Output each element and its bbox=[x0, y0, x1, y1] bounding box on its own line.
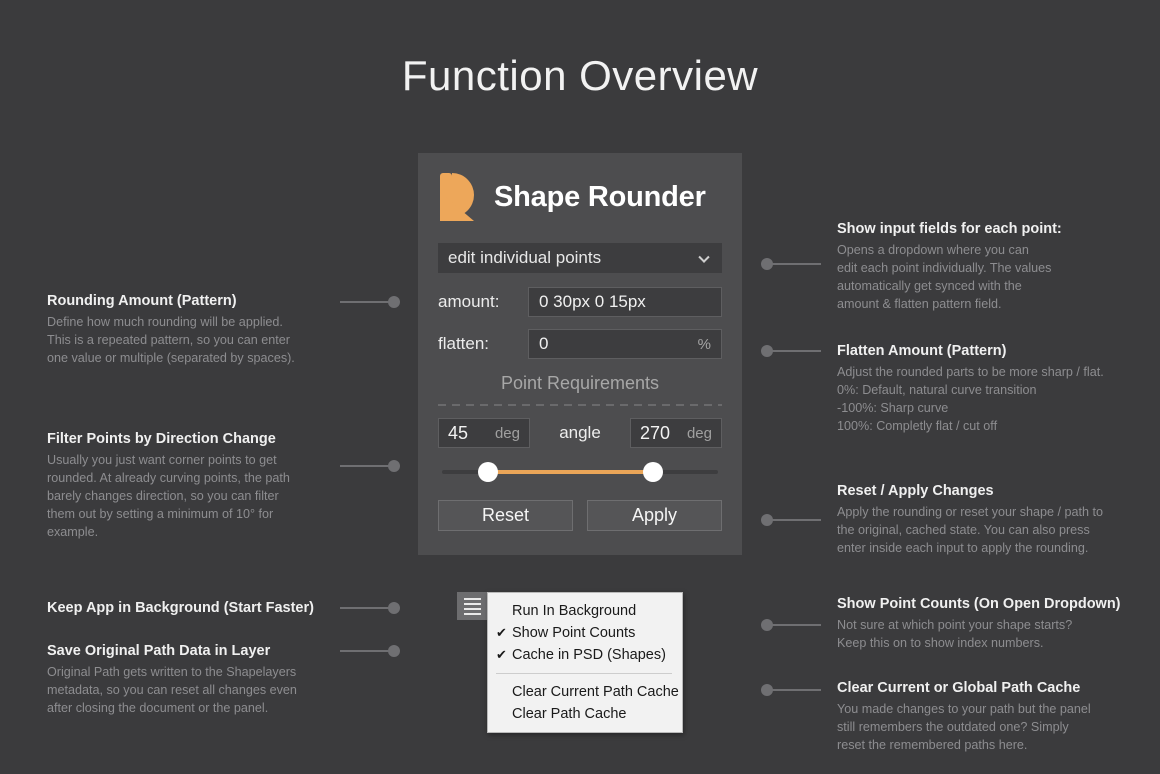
menu-label-cache-in-psd: Cache in PSD (Shapes) bbox=[512, 647, 666, 663]
menu-label-show-point-counts: Show Point Counts bbox=[512, 625, 635, 641]
flatten-input[interactable]: 0 % bbox=[528, 329, 722, 359]
annotation-flatten-amount: Flatten Amount (Pattern) Adjust the roun… bbox=[837, 343, 1157, 436]
annotation-title: Rounding Amount (Pattern) bbox=[47, 293, 367, 309]
dashed-separator bbox=[438, 404, 722, 406]
flatten-label: flatten: bbox=[438, 334, 528, 354]
flatten-unit: % bbox=[698, 336, 711, 353]
hamburger-menu-icon[interactable] bbox=[457, 592, 487, 620]
annotation-show-point-counts: Show Point Counts (On Open Dropdown) Not… bbox=[837, 596, 1157, 653]
menu-item-clear-current-path-cache[interactable]: Clear Current Path Cache bbox=[488, 681, 682, 703]
slider-fill bbox=[486, 470, 652, 474]
menu-check-cache-in-psd: ✔ bbox=[496, 647, 512, 663]
menu-item-run-in-background[interactable]: Run In Background bbox=[488, 600, 682, 622]
context-menu: Run In Background ✔ Show Point Counts ✔ … bbox=[487, 592, 683, 733]
amount-field-row: amount: 0 30px 0 15px bbox=[438, 287, 722, 317]
angle-range-slider[interactable] bbox=[442, 462, 718, 482]
annotation-save-original-path: Save Original Path Data in Layer Origina… bbox=[47, 643, 367, 718]
angle-max-value: 270 bbox=[640, 423, 670, 444]
chevron-down-icon bbox=[698, 252, 709, 263]
annotation-title: Clear Current or Global Path Cache bbox=[837, 680, 1157, 696]
angle-min-input[interactable]: 45 deg bbox=[438, 418, 530, 448]
angle-min-unit: deg bbox=[495, 425, 520, 442]
angle-label: angle bbox=[540, 423, 620, 443]
annotation-reset-apply: Reset / Apply Changes Apply the rounding… bbox=[837, 483, 1157, 558]
point-requirements-title: Point Requirements bbox=[438, 373, 722, 394]
slider-knob-min[interactable] bbox=[478, 462, 498, 482]
flatten-field-row: flatten: 0 % bbox=[438, 329, 722, 359]
menu-check-show-point-counts: ✔ bbox=[496, 625, 512, 641]
menu-label-clear-current-path-cache: Clear Current Path Cache bbox=[512, 684, 679, 700]
shape-rounder-logo-icon bbox=[438, 173, 480, 221]
amount-value: 0 30px 0 15px bbox=[539, 292, 646, 312]
annotation-body: Original Path gets written to the Shapel… bbox=[47, 664, 367, 718]
annotation-title: Save Original Path Data in Layer bbox=[47, 643, 367, 659]
menu-item-clear-path-cache[interactable]: Clear Path Cache bbox=[488, 703, 682, 725]
annotation-body: Not sure at which point your shape start… bbox=[837, 617, 1157, 653]
annotation-body: Opens a dropdown where you can edit each… bbox=[837, 242, 1157, 314]
menu-label-run-in-background: Run In Background bbox=[512, 603, 636, 619]
annotation-title: Keep App in Background (Start Faster) bbox=[47, 600, 367, 616]
annotation-keep-app-background: Keep App in Background (Start Faster) bbox=[47, 600, 367, 621]
reset-button[interactable]: Reset bbox=[438, 500, 573, 531]
annotation-rounding-amount: Rounding Amount (Pattern) Define how muc… bbox=[47, 293, 367, 368]
menu-label-clear-path-cache: Clear Path Cache bbox=[512, 706, 626, 722]
annotation-body: Define how much rounding will be applied… bbox=[47, 314, 367, 368]
panel-title: Shape Rounder bbox=[494, 181, 706, 214]
dropdown-selected-label: edit individual points bbox=[448, 248, 601, 268]
angle-max-unit: deg bbox=[687, 425, 712, 442]
angle-min-value: 45 bbox=[448, 423, 468, 444]
menu-item-cache-in-psd[interactable]: ✔ Cache in PSD (Shapes) bbox=[488, 644, 682, 666]
page-title: Function Overview bbox=[0, 52, 1160, 100]
angle-row: 45 deg angle 270 deg bbox=[438, 418, 722, 448]
apply-button[interactable]: Apply bbox=[587, 500, 722, 531]
panel-button-row: Reset Apply bbox=[438, 500, 722, 531]
annotation-body: Usually you just want corner points to g… bbox=[47, 452, 367, 541]
amount-input[interactable]: 0 30px 0 15px bbox=[528, 287, 722, 317]
annotation-title: Show Point Counts (On Open Dropdown) bbox=[837, 596, 1157, 612]
annotation-body: Apply the rounding or reset your shape /… bbox=[837, 504, 1157, 558]
annotation-filter-points: Filter Points by Direction Change Usuall… bbox=[47, 431, 367, 541]
menu-separator bbox=[496, 673, 672, 674]
amount-label: amount: bbox=[438, 292, 528, 312]
shape-rounder-panel: Shape Rounder edit individual points amo… bbox=[418, 153, 742, 555]
edit-mode-dropdown[interactable]: edit individual points bbox=[438, 243, 722, 273]
annotation-show-input-fields: Show input fields for each point: Opens … bbox=[837, 221, 1157, 314]
panel-header: Shape Rounder bbox=[418, 153, 742, 221]
annotation-title: Reset / Apply Changes bbox=[837, 483, 1157, 499]
annotation-clear-path-cache: Clear Current or Global Path Cache You m… bbox=[837, 680, 1157, 755]
annotation-body: Adjust the rounded parts to be more shar… bbox=[837, 364, 1157, 436]
annotation-title: Filter Points by Direction Change bbox=[47, 431, 367, 447]
annotation-body: You made changes to your path but the pa… bbox=[837, 701, 1157, 755]
annotation-title: Flatten Amount (Pattern) bbox=[837, 343, 1157, 359]
angle-max-input[interactable]: 270 deg bbox=[630, 418, 722, 448]
menu-item-show-point-counts[interactable]: ✔ Show Point Counts bbox=[488, 622, 682, 644]
slider-knob-max[interactable] bbox=[643, 462, 663, 482]
flatten-value: 0 bbox=[539, 334, 548, 354]
panel-body: edit individual points amount: 0 30px 0 … bbox=[418, 221, 742, 531]
annotation-title: Show input fields for each point: bbox=[837, 221, 1157, 237]
